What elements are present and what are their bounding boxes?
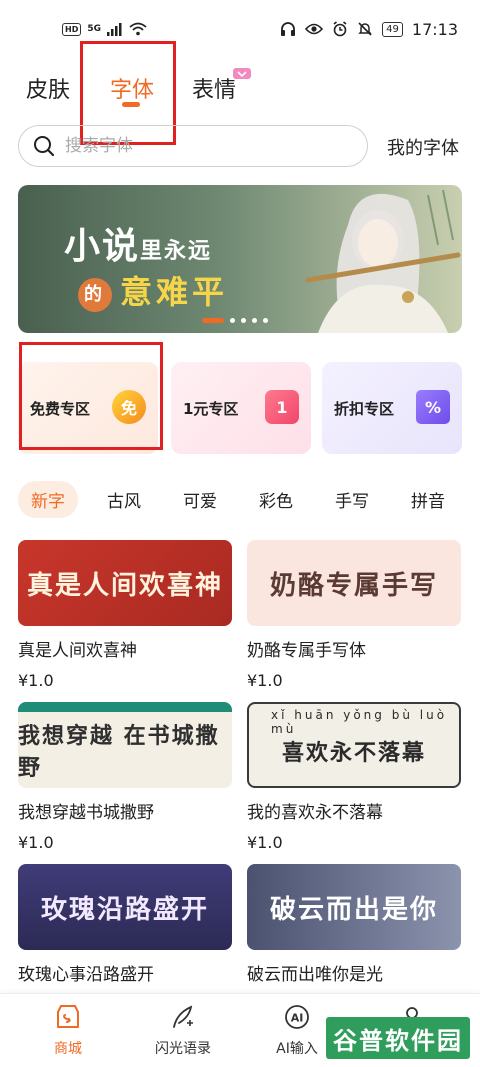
font-preview: 破云而出是你 (247, 864, 461, 950)
font-name: 我的喜欢永不落幕 (247, 803, 383, 823)
category-simplified[interactable]: 简体 (474, 481, 480, 518)
search-bar[interactable] (18, 125, 368, 167)
font-sample-text: 玫瑰沿路盛开 (40, 894, 209, 925)
font-card[interactable]: 真是人间欢喜神 真是人间欢喜神 ¥1.0 (18, 540, 232, 690)
font-price: ¥1.0 (247, 833, 283, 852)
top-tabs: 皮肤 字体 表情 (0, 58, 480, 120)
font-name: 奶酪专属手写体 (247, 641, 366, 661)
discount-zone-card[interactable]: 折扣专区 % (322, 362, 462, 454)
font-price: ¥1.0 (18, 671, 54, 690)
eye-icon (305, 23, 324, 35)
font-sample-text: 破云而出是你 (269, 894, 438, 925)
font-card[interactable]: 我想穿越 在书城撒野 我想穿越书城撒野 ¥1.0 (18, 702, 232, 852)
font-name: 破云而出唯你是光 (247, 965, 383, 985)
clock: 17:13 (411, 19, 458, 39)
banner-title-small: 里永远 (140, 238, 213, 264)
search-icon (34, 136, 55, 157)
banner-title-main: 意难平 (120, 273, 229, 311)
status-bar: HD 5G 49 17:13 (0, 0, 480, 58)
network-label: 5G (87, 24, 101, 34)
font-preview: 奶酪专属手写 (247, 540, 461, 626)
signal-icon (107, 22, 122, 36)
font-sample-text: 我想穿越 在书城撒野 (18, 723, 220, 781)
alarm-icon (333, 21, 347, 37)
nav-flash-quotes[interactable]: 闪光语录 (133, 1002, 233, 1058)
shopping-bag-discount-icon: % (416, 390, 450, 424)
new-badge-icon (233, 68, 251, 79)
category-cute[interactable]: 可爱 (170, 481, 230, 518)
font-card[interactable]: 奶酪专属手写 奶酪专属手写体 ¥1.0 (247, 540, 461, 690)
nav-shop-label: 商城 (54, 1041, 82, 1057)
carousel-dot-active (202, 318, 224, 323)
carousel-dot (263, 318, 268, 323)
category-new[interactable]: 新字 (18, 480, 78, 518)
font-price: ¥1.0 (18, 833, 54, 852)
shop-icon (53, 1002, 83, 1032)
banner-circle-char: 的 (78, 277, 112, 312)
category-pinyin[interactable]: 拼音 (398, 481, 458, 518)
font-sample-pinyin: xǐ huān yǒng bù luò mù (271, 708, 448, 736)
font-card[interactable]: xǐ huān yǒng bù luò mù 喜欢永不落幕 我的喜欢永不落幕 ¥1… (247, 702, 461, 852)
wifi-icon (129, 22, 147, 36)
ticket-icon: 1 (265, 390, 299, 424)
font-preview: 我想穿越 在书城撒野 (18, 702, 232, 788)
font-preview: 玫瑰沿路盛开 (18, 864, 232, 950)
one-yuan-zone-label: 1元专区 (183, 399, 239, 418)
font-name: 玫瑰心事沿路盛开 (18, 965, 154, 985)
battery-indicator: 49 (382, 21, 403, 37)
category-ancient[interactable]: 古风 (94, 481, 154, 518)
font-card[interactable]: 玫瑰沿路盛开 玫瑰心事沿路盛开 (18, 864, 232, 985)
font-name: 真是人间欢喜神 (18, 641, 137, 661)
ai-icon: AI (282, 1002, 312, 1032)
banner-title-line2: 的意难平 (78, 267, 228, 313)
nav-flash-label: 闪光语录 (155, 1041, 211, 1057)
discount-zone-label: 折扣专区 (334, 399, 395, 418)
carousel-dot (230, 318, 235, 323)
font-sample-text: 奶酪专属手写 (269, 570, 438, 601)
category-tabs: 新字 古风 可爱 彩色 手写 拼音 简体 (18, 480, 480, 518)
banner-title-big: 小说 (64, 225, 141, 267)
svg-text:AI: AI (291, 1012, 304, 1025)
promo-banner[interactable]: 小说里永远 的意难平 (18, 185, 462, 333)
one-yuan-zone-card[interactable]: 1元专区 1 (171, 362, 311, 454)
font-price: ¥1.0 (247, 671, 283, 690)
headphones-icon (281, 22, 296, 36)
font-card[interactable]: 破云而出是你 破云而出唯你是光 (247, 864, 461, 985)
banner-illustration (305, 189, 461, 333)
search-input[interactable] (65, 136, 325, 156)
my-fonts-link[interactable]: 我的字体 (387, 134, 459, 160)
font-preview: 真是人间欢喜神 (18, 540, 232, 626)
mute-bell-icon (358, 22, 372, 36)
font-preview: xǐ huān yǒng bù luò mù 喜欢永不落幕 (247, 702, 461, 788)
tab-skin[interactable]: 皮肤 (26, 72, 70, 104)
carousel-dot (241, 318, 246, 323)
annotation-highlight-box (19, 342, 163, 450)
carousel-indicator (202, 318, 268, 323)
category-color[interactable]: 彩色 (246, 481, 306, 518)
banner-title-line1: 小说里永远 (64, 217, 212, 269)
hd-badge: HD (62, 22, 82, 36)
category-handwriting[interactable]: 手写 (322, 481, 382, 518)
tab-emoji[interactable]: 表情 (192, 72, 236, 104)
font-sample-text: 真是人间欢喜神 (26, 570, 223, 601)
site-watermark: 谷普软件园 (326, 1017, 470, 1059)
font-sample-text: 喜欢永不落幕 (281, 740, 426, 766)
carousel-dot (252, 318, 257, 323)
font-name: 我想穿越书城撒野 (18, 803, 154, 823)
nav-ai-label: AI输入 (276, 1041, 318, 1057)
nav-shop[interactable]: 商城 (18, 1002, 118, 1058)
quill-icon (168, 1002, 198, 1032)
